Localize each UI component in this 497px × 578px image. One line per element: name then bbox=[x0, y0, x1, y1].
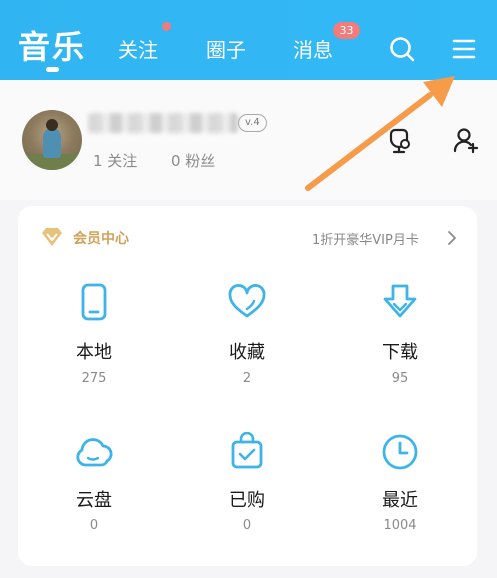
tile-count: 275 bbox=[81, 371, 107, 386]
tile-label: 下载 bbox=[382, 342, 418, 363]
tile-label: 最近 bbox=[382, 490, 418, 511]
purchased-bag-icon bbox=[227, 431, 267, 472]
tab-circle[interactable]: 圈子 bbox=[206, 34, 246, 63]
mic-icon[interactable] bbox=[386, 126, 414, 154]
tile-recent[interactable]: 最近 1004 bbox=[340, 432, 460, 552]
username-blurred[interactable] bbox=[88, 113, 238, 133]
tile-count: 1004 bbox=[383, 518, 417, 533]
tile-label: 本地 bbox=[76, 342, 112, 363]
active-tab-indicator bbox=[46, 67, 59, 72]
heart-icon bbox=[227, 282, 267, 322]
tab-music[interactable]: 音乐 bbox=[18, 22, 86, 68]
fans-count[interactable]: 0 粉丝 bbox=[171, 150, 215, 171]
tile-local[interactable]: 本地 275 bbox=[34, 282, 154, 402]
unread-dot bbox=[162, 22, 171, 31]
vip-diamond-icon bbox=[40, 226, 64, 248]
tile-label: 收藏 bbox=[229, 342, 265, 363]
vip-center-label[interactable]: 会员中心 bbox=[73, 228, 129, 248]
tile-cloud-drive[interactable]: 云盘 0 bbox=[34, 432, 154, 552]
tile-purchased[interactable]: 已购 0 bbox=[187, 431, 307, 552]
tile-count: 0 bbox=[89, 518, 99, 533]
tile-count: 95 bbox=[391, 371, 409, 386]
tab-follow[interactable]: 关注 bbox=[118, 34, 158, 63]
download-icon bbox=[380, 282, 420, 322]
tab-messages[interactable]: 消息 bbox=[293, 34, 333, 63]
vip-promo-text[interactable]: 1折开豪华VIP月卡 bbox=[312, 229, 419, 248]
add-friend-icon[interactable] bbox=[452, 126, 480, 154]
follow-count[interactable]: 1 关注 bbox=[93, 150, 137, 171]
level-badge: v.4 bbox=[238, 114, 267, 132]
avatar-head bbox=[46, 119, 58, 131]
chevron-right-icon[interactable] bbox=[446, 230, 458, 246]
clock-icon bbox=[380, 432, 420, 472]
tile-count: 2 bbox=[242, 371, 252, 386]
cloud-icon bbox=[74, 432, 114, 472]
message-count-badge: 33 bbox=[333, 22, 360, 39]
tile-label: 已购 bbox=[229, 490, 265, 511]
search-icon[interactable] bbox=[388, 35, 416, 63]
menu-icon[interactable] bbox=[450, 37, 478, 61]
phone-icon bbox=[74, 282, 114, 322]
tile-favorites[interactable]: 收藏 2 bbox=[187, 282, 307, 402]
tile-downloads[interactable]: 下载 95 bbox=[340, 282, 460, 402]
avatar-figure bbox=[43, 128, 61, 158]
avatar[interactable] bbox=[22, 110, 82, 170]
tile-count: 0 bbox=[242, 518, 252, 533]
tile-label: 云盘 bbox=[76, 490, 112, 511]
